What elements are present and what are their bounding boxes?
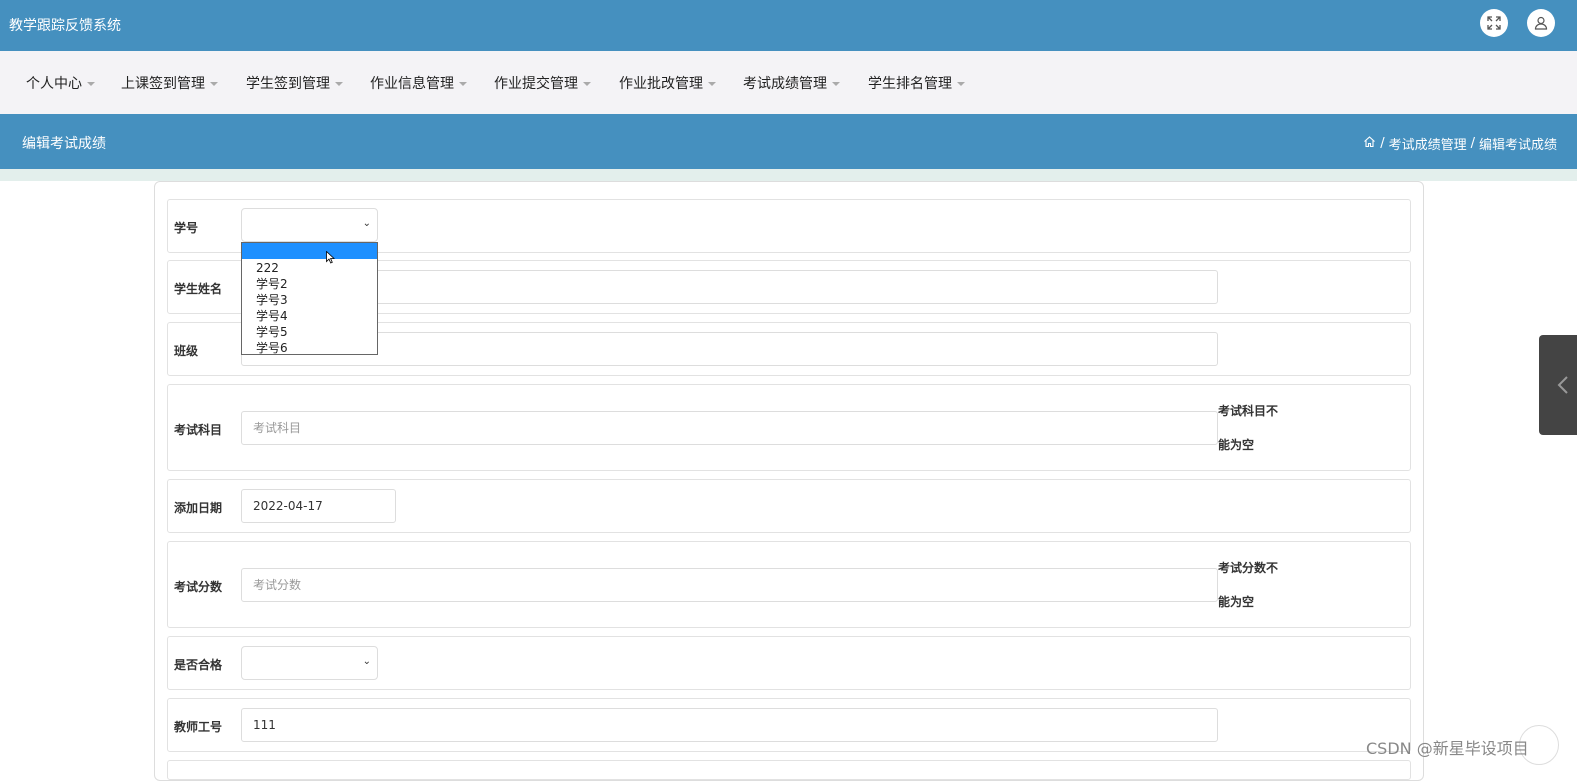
- fullscreen-icon[interactable]: [1480, 9, 1508, 37]
- header-divider: [0, 169, 1577, 181]
- home-icon[interactable]: [1363, 135, 1376, 152]
- subject-input[interactable]: 考试科目: [241, 411, 1218, 445]
- user-icon[interactable]: [1527, 9, 1555, 37]
- teacher-id-input[interactable]: 111: [241, 708, 1218, 742]
- form-row-next: [167, 760, 1411, 780]
- main-nav: 个人中心 上课签到管理 学生签到管理 作业信息管理 作业提交管理 作业批改管理 …: [0, 51, 1577, 114]
- chevron-down-icon: ⌄: [362, 656, 371, 667]
- passed-label: 是否合格: [174, 658, 223, 672]
- app-title: 教学跟踪反馈系统: [9, 18, 121, 34]
- breadcrumb-separator: /: [1470, 136, 1475, 151]
- teacher-id-label: 教师工号: [174, 720, 223, 734]
- chevron-down-icon: [583, 82, 591, 86]
- chevron-down-icon: [335, 82, 343, 86]
- subject-error-message: 考试科目不能为空: [1218, 404, 1279, 452]
- nav-item-class-checkin[interactable]: 上课签到管理: [121, 73, 218, 93]
- passed-select[interactable]: ⌄: [241, 646, 378, 680]
- breadcrumb-item-exam-scores[interactable]: 考试成绩管理: [1389, 134, 1467, 153]
- chevron-down-icon: [832, 82, 840, 86]
- form-row-date: 添加日期 2022-04-17: [167, 479, 1411, 533]
- nav-item-student-ranking[interactable]: 学生排名管理: [868, 73, 965, 93]
- subject-label: 考试科目: [174, 423, 223, 437]
- nav-item-homework-grading[interactable]: 作业批改管理: [619, 73, 716, 93]
- student-id-dropdown[interactable]: 222 学号2 学号3 学号4 学号5 学号6: [241, 242, 378, 355]
- nav-item-homework-submit[interactable]: 作业提交管理: [494, 73, 591, 93]
- dropdown-option[interactable]: [242, 243, 377, 259]
- student-id-label: 学号: [174, 221, 199, 235]
- form-row-passed: 是否合格 ⌄: [167, 636, 1411, 690]
- watermark: CSDN @新星毕设项目: [1366, 739, 1529, 758]
- nav-item-student-checkin[interactable]: 学生签到管理: [246, 73, 343, 93]
- nav-item-exam-scores[interactable]: 考试成绩管理: [743, 73, 840, 93]
- date-label: 添加日期: [174, 501, 223, 515]
- chevron-down-icon: [459, 82, 467, 86]
- dropdown-option[interactable]: 学号5: [242, 324, 377, 340]
- score-label: 考试分数: [174, 580, 223, 594]
- chevron-left-icon: [1557, 376, 1568, 394]
- side-panel-toggle[interactable]: [1539, 335, 1577, 435]
- dropdown-option[interactable]: 学号3: [242, 292, 377, 308]
- student-name-input[interactable]: [241, 270, 1218, 304]
- chevron-down-icon: [957, 82, 965, 86]
- dropdown-option[interactable]: 学号2: [242, 276, 377, 292]
- score-error-message: 考试分数不能为空: [1218, 561, 1279, 609]
- chevron-down-icon: [708, 82, 716, 86]
- nav-item-homework-info[interactable]: 作业信息管理: [370, 73, 467, 93]
- form-row-teacher-id: 教师工号 111: [167, 698, 1411, 752]
- class-label: 班级: [174, 344, 199, 358]
- form-row-score: 考试分数 考试分数 考试分数不能为空: [167, 541, 1411, 628]
- chevron-down-icon: [87, 82, 95, 86]
- top-bar: 教学跟踪反馈系统: [0, 0, 1577, 51]
- chevron-down-icon: [210, 82, 218, 86]
- dropdown-option[interactable]: 222: [242, 260, 377, 276]
- dropdown-option[interactable]: 学号6: [242, 340, 377, 356]
- student-name-label: 学生姓名: [174, 282, 223, 296]
- class-input[interactable]: [241, 332, 1218, 366]
- dropdown-option[interactable]: 学号4: [242, 308, 377, 324]
- page-header: 编辑考试成绩 / 考试成绩管理 / 编辑考试成绩: [0, 114, 1577, 169]
- mouse-cursor-icon: [326, 249, 336, 268]
- chevron-down-icon: ⌄: [362, 218, 371, 229]
- breadcrumb-separator: /: [1380, 136, 1385, 151]
- score-input[interactable]: 考试分数: [241, 568, 1218, 602]
- nav-item-personal-center[interactable]: 个人中心: [26, 73, 95, 93]
- breadcrumb: / 考试成绩管理 / 编辑考试成绩: [1363, 134, 1557, 153]
- breadcrumb-item-edit-score: 编辑考试成绩: [1478, 138, 1557, 153]
- date-input[interactable]: 2022-04-17: [241, 489, 396, 523]
- page-title: 编辑考试成绩: [22, 136, 106, 152]
- student-id-select[interactable]: ⌄: [241, 208, 378, 242]
- form-row-subject: 考试科目 考试科目 考试科目不能为空: [167, 384, 1411, 471]
